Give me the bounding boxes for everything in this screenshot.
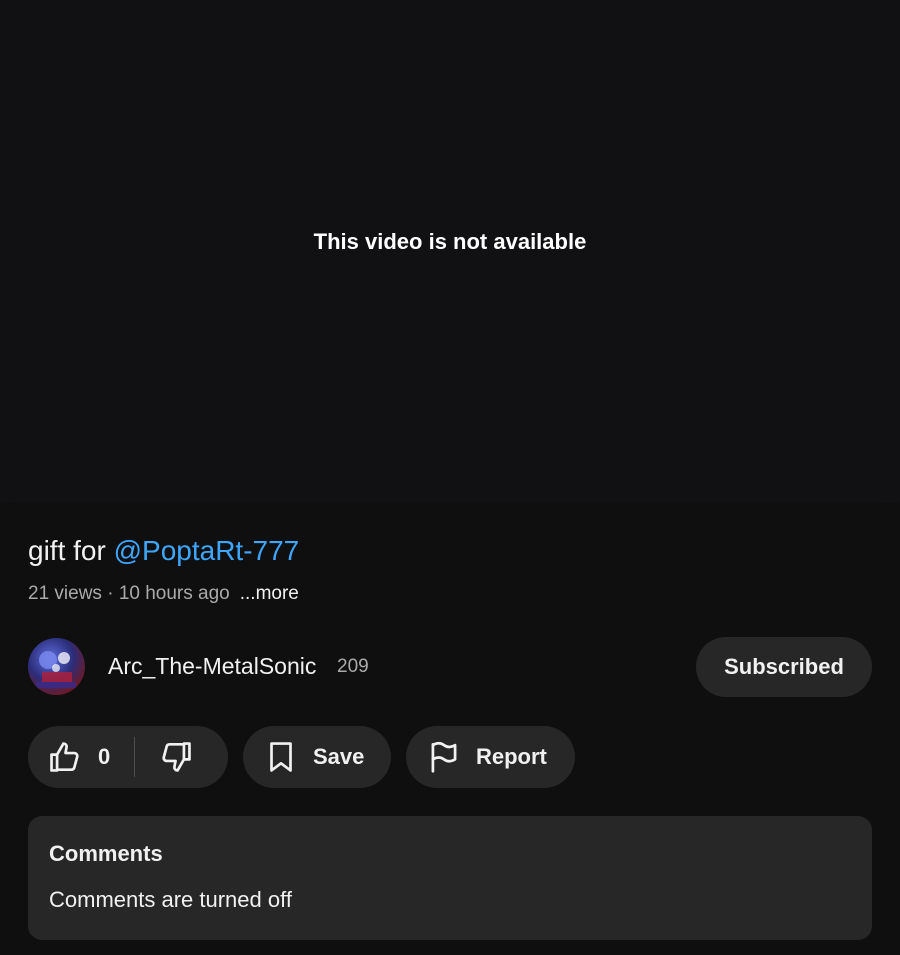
subscribed-button[interactable]: Subscribed: [696, 637, 872, 697]
like-button[interactable]: 0: [28, 726, 110, 788]
meta-separator: ·: [101, 583, 119, 604]
flag-icon: [425, 738, 463, 776]
video-meta[interactable]: 21 views · 10 hours ago ...more: [28, 583, 299, 605]
video-title: gift for @PoptaRt-777: [28, 535, 299, 567]
thumbs-down-icon: [157, 738, 195, 776]
thumbs-up-icon: [46, 738, 84, 776]
report-button[interactable]: Report: [406, 726, 575, 788]
dislike-button[interactable]: [135, 726, 195, 788]
channel-name[interactable]: Arc_The-MetalSonic: [108, 653, 316, 680]
bookmark-icon: [262, 738, 300, 776]
avatar-image: [36, 651, 76, 688]
upload-age: 10 hours ago: [118, 583, 230, 604]
comments-title: Comments: [49, 841, 163, 866]
video-title-text: gift for: [28, 535, 114, 566]
subscriber-count: 209: [337, 656, 369, 677]
save-button[interactable]: Save: [243, 726, 391, 788]
like-dislike-pill: 0: [28, 726, 228, 788]
comments-status: Comments are turned off: [49, 887, 292, 912]
title-mention-link[interactable]: @PoptaRt-777: [114, 535, 300, 566]
channel-avatar[interactable]: [28, 638, 85, 695]
more-link[interactable]: ...more: [240, 583, 299, 604]
video-player[interactable]: This video is not available: [0, 0, 900, 503]
view-count: 21 views: [28, 583, 102, 604]
save-label: Save: [313, 744, 365, 769]
video-unavailable-message: This video is not available: [313, 229, 587, 254]
like-count: 0: [98, 744, 111, 769]
report-label: Report: [476, 744, 547, 769]
comments-panel[interactable]: Comments Comments are turned off: [28, 816, 872, 940]
